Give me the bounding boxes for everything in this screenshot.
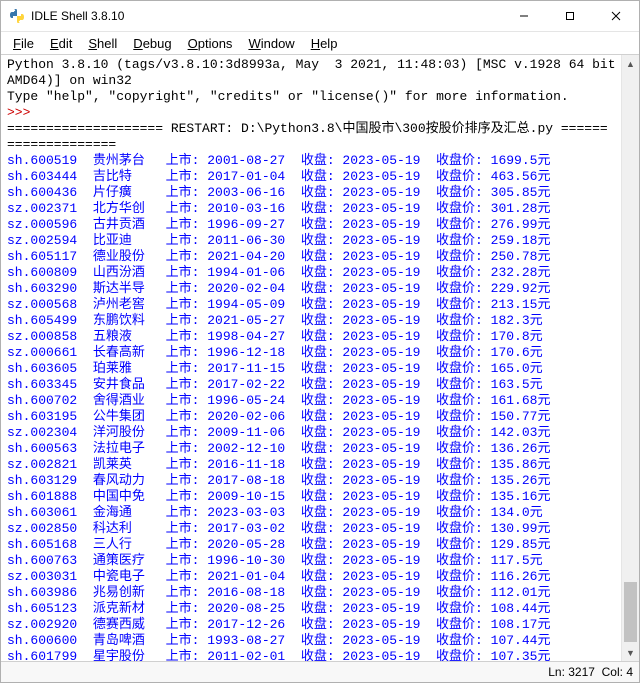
statusbar: Ln: 3217 Col: 4 [1, 661, 639, 682]
menu-shell[interactable]: Shell [80, 34, 125, 53]
shell-area: Python 3.8.10 (tags/v3.8.10:3d8993a, May… [1, 54, 639, 661]
minimize-button[interactable] [501, 1, 547, 31]
col-value: 4 [626, 665, 633, 679]
close-button[interactable] [593, 1, 639, 31]
menu-file[interactable]: File [5, 34, 42, 53]
window-buttons [501, 1, 639, 31]
vertical-scrollbar[interactable]: ▲ ▼ [621, 55, 639, 661]
menubar: File Edit Shell Debug Options Window Hel… [1, 32, 639, 54]
line-label: Ln: [548, 665, 565, 679]
shell-text[interactable]: Python 3.8.10 (tags/v3.8.10:3d8993a, May… [1, 55, 621, 661]
maximize-button[interactable] [547, 1, 593, 31]
line-value: 3217 [568, 665, 595, 679]
scroll-thumb[interactable] [624, 582, 637, 642]
menu-window[interactable]: Window [240, 34, 302, 53]
menu-options[interactable]: Options [180, 34, 241, 53]
col-label: Col: [602, 665, 623, 679]
menu-help[interactable]: Help [303, 34, 346, 53]
menu-edit[interactable]: Edit [42, 34, 80, 53]
scroll-down-button[interactable]: ▼ [622, 644, 639, 661]
idle-window: IDLE Shell 3.8.10 File Edit Shell Debug … [0, 0, 640, 683]
scroll-track[interactable] [622, 72, 639, 644]
app-icon [9, 8, 25, 24]
window-title: IDLE Shell 3.8.10 [31, 9, 501, 23]
scroll-up-button[interactable]: ▲ [622, 55, 639, 72]
titlebar[interactable]: IDLE Shell 3.8.10 [1, 1, 639, 32]
menu-debug[interactable]: Debug [125, 34, 179, 53]
